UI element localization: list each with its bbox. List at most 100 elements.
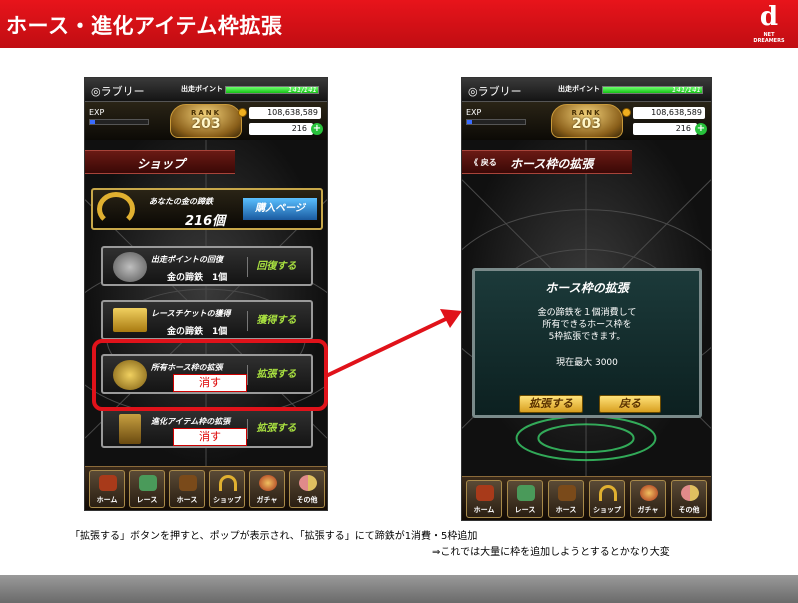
shop-item-race-ticket: レースチケットの獲得 金の蹄鉄 1個 獲得する bbox=[101, 300, 313, 340]
exp-gauge bbox=[89, 119, 149, 125]
gacha-icon bbox=[640, 485, 658, 501]
sp-label: 出走ポイント bbox=[558, 85, 600, 93]
obtain-button[interactable]: 獲得する bbox=[247, 311, 305, 331]
recover-button[interactable]: 回復する bbox=[247, 257, 305, 277]
other-icon bbox=[299, 475, 317, 491]
coin-icon bbox=[622, 108, 631, 117]
rank-value: 203 bbox=[191, 116, 221, 132]
horseshoe-value: 216 bbox=[249, 123, 313, 135]
exp-label: EXP bbox=[466, 108, 482, 117]
buy-page-button[interactable]: 購入ページ bbox=[243, 198, 317, 220]
nav-gacha[interactable]: ガチャ bbox=[630, 480, 666, 518]
bottom-nav: ホーム レース ホース ショップ ガチャ その他 bbox=[462, 476, 711, 520]
back-button[interactable]: 《 戻る bbox=[466, 154, 501, 172]
right-phone-screenshot: ◎ラブリー 出走ポイント 141/141 EXP RANK 203 108,63… bbox=[461, 77, 712, 521]
exp-gauge-fill bbox=[467, 120, 472, 124]
horseshoe-value: 216 bbox=[633, 123, 697, 135]
struck-cost-overlay: 消す bbox=[173, 374, 247, 392]
status-row: EXP RANK 203 108,638,589 216 + bbox=[85, 102, 327, 140]
nav-horse[interactable]: ホース bbox=[548, 480, 584, 518]
player-name: ◎ラブリー bbox=[91, 85, 145, 98]
header-bar: ホース・進化アイテム枠拡張 d NET DREAMERS bbox=[0, 0, 798, 48]
expand-title-banner: 《 戻る ホース枠の拡張 bbox=[462, 150, 632, 174]
top-status-bar: ◎ラブリー 出走ポイント 141/141 bbox=[462, 78, 711, 102]
shop-item-title: 所有ホース枠の拡張 bbox=[151, 363, 223, 372]
sp-label: 出走ポイント bbox=[181, 85, 223, 93]
gacha-icon bbox=[259, 475, 277, 491]
shop-item-cost: 金の蹄鉄 1個 bbox=[167, 327, 228, 337]
footer-bar bbox=[0, 575, 798, 603]
shop-item-sp-recovery: 出走ポイントの回復 金の蹄鉄 1個 回復する bbox=[101, 246, 313, 286]
dialog-max-slots: 現在最大 3000 bbox=[556, 358, 618, 368]
shop-title: ショップ bbox=[137, 157, 186, 171]
nav-other[interactable]: その他 bbox=[289, 470, 325, 508]
logo-mark: d bbox=[759, 2, 779, 32]
dialog-line: 5枠拡張できます。 bbox=[548, 332, 626, 342]
logo-text: NET DREAMERS bbox=[753, 32, 785, 44]
nav-home[interactable]: ホーム bbox=[466, 480, 502, 518]
shop-item-evolution-slot: 進化アイテム枠の拡張 消す 拡張する bbox=[101, 408, 313, 448]
nav-shop[interactable]: ショップ bbox=[589, 480, 625, 518]
exp-gauge-fill bbox=[90, 120, 95, 124]
shop-horseshoe-icon bbox=[599, 485, 617, 501]
nav-shop[interactable]: ショップ bbox=[209, 470, 245, 508]
confirm-expand-button[interactable]: 拡張する bbox=[519, 395, 583, 413]
status-row: EXP RANK 203 108,638,589 216 + bbox=[462, 102, 711, 140]
shop-item-cost: 金の蹄鉄 1個 bbox=[167, 273, 228, 283]
add-horseshoe-button[interactable]: + bbox=[311, 123, 323, 135]
horseshoe-balance-card: あなたの金の蹄鉄 216個 購入ページ bbox=[91, 188, 323, 230]
nav-race[interactable]: レース bbox=[129, 470, 165, 508]
shop-item-horse-slot: 所有ホース枠の拡張 消す 拡張する bbox=[101, 354, 313, 394]
company-logo: d NET DREAMERS bbox=[748, 4, 790, 44]
home-icon bbox=[99, 475, 117, 491]
nav-horse[interactable]: ホース bbox=[169, 470, 205, 508]
shop-title-banner: ショップ bbox=[85, 150, 235, 174]
cancel-button[interactable]: 戻る bbox=[599, 395, 661, 413]
shop-item-title: 進化アイテム枠の拡張 bbox=[151, 417, 231, 426]
race-ticket-icon bbox=[113, 308, 147, 332]
race-icon bbox=[139, 475, 157, 491]
other-icon bbox=[681, 485, 699, 501]
add-horseshoe-button[interactable]: + bbox=[695, 123, 707, 135]
gold-horseshoe-icon bbox=[97, 192, 135, 226]
money-value: 108,638,589 bbox=[633, 107, 705, 119]
shop-horseshoe-icon bbox=[219, 475, 237, 491]
player-name: ◎ラブリー bbox=[468, 85, 522, 98]
exp-gauge bbox=[466, 119, 526, 125]
race-icon bbox=[517, 485, 535, 501]
sp-value: 141/141 bbox=[287, 86, 317, 94]
home-icon bbox=[476, 485, 494, 501]
expand-horse-slot-button[interactable]: 拡張する bbox=[247, 365, 305, 385]
horse-icon bbox=[179, 475, 197, 491]
arrow-line bbox=[325, 314, 453, 378]
horse-icon bbox=[558, 485, 576, 501]
nav-gacha[interactable]: ガチャ bbox=[249, 470, 285, 508]
left-phone-screenshot: ◎ラブリー 出走ポイント 141/141 EXP RANK 203 108,63… bbox=[84, 77, 328, 511]
sp-value: 141/141 bbox=[671, 86, 701, 94]
rank-value: 203 bbox=[571, 116, 602, 132]
sp-recovery-icon bbox=[113, 252, 147, 282]
rank-badge: RANK 203 bbox=[550, 104, 623, 138]
top-status-bar: ◎ラブリー 出走ポイント 141/141 bbox=[85, 78, 327, 102]
money-value: 108,638,589 bbox=[249, 107, 321, 119]
shop-item-title: レースチケットの獲得 bbox=[151, 309, 231, 318]
expand-title: ホース枠の拡張 bbox=[510, 157, 594, 171]
page-title: ホース・進化アイテム枠拡張 bbox=[6, 14, 283, 38]
arrow-head bbox=[440, 309, 462, 328]
nav-home[interactable]: ホーム bbox=[89, 470, 125, 508]
bottom-nav: ホーム レース ホース ショップ ガチャ その他 bbox=[85, 466, 327, 510]
evolution-item-icon bbox=[119, 414, 141, 444]
nav-other[interactable]: その他 bbox=[671, 480, 707, 518]
dialog-title: ホース枠の拡張 bbox=[545, 281, 629, 295]
coin-icon bbox=[238, 108, 247, 117]
rank-badge: RANK 203 bbox=[170, 104, 242, 138]
expand-evolution-slot-button[interactable]: 拡張する bbox=[247, 419, 305, 439]
shop-scene: ショップ あなたの金の蹄鉄 216個 購入ページ 出走ポイントの回復 金の蹄鉄 … bbox=[85, 140, 327, 466]
slide: ホース・進化アイテム枠拡張 d NET DREAMERS ◎ラブリー 出走ポイン… bbox=[0, 0, 798, 603]
expand-confirm-dialog: ホース枠の拡張 金の蹄鉄を１個消費して 所有できるホース枠を 5枠拡張できます。… bbox=[472, 268, 702, 418]
horse-trophy-icon bbox=[113, 360, 147, 390]
nav-race[interactable]: レース bbox=[507, 480, 543, 518]
exp-label: EXP bbox=[89, 108, 105, 117]
caption-line-1: 「拡張する」ボタンを押すと、ポップが表示され、「拡張する」にて蹄鉄が1消費・5枠… bbox=[70, 531, 478, 542]
struck-cost-overlay: 消す bbox=[173, 428, 247, 446]
